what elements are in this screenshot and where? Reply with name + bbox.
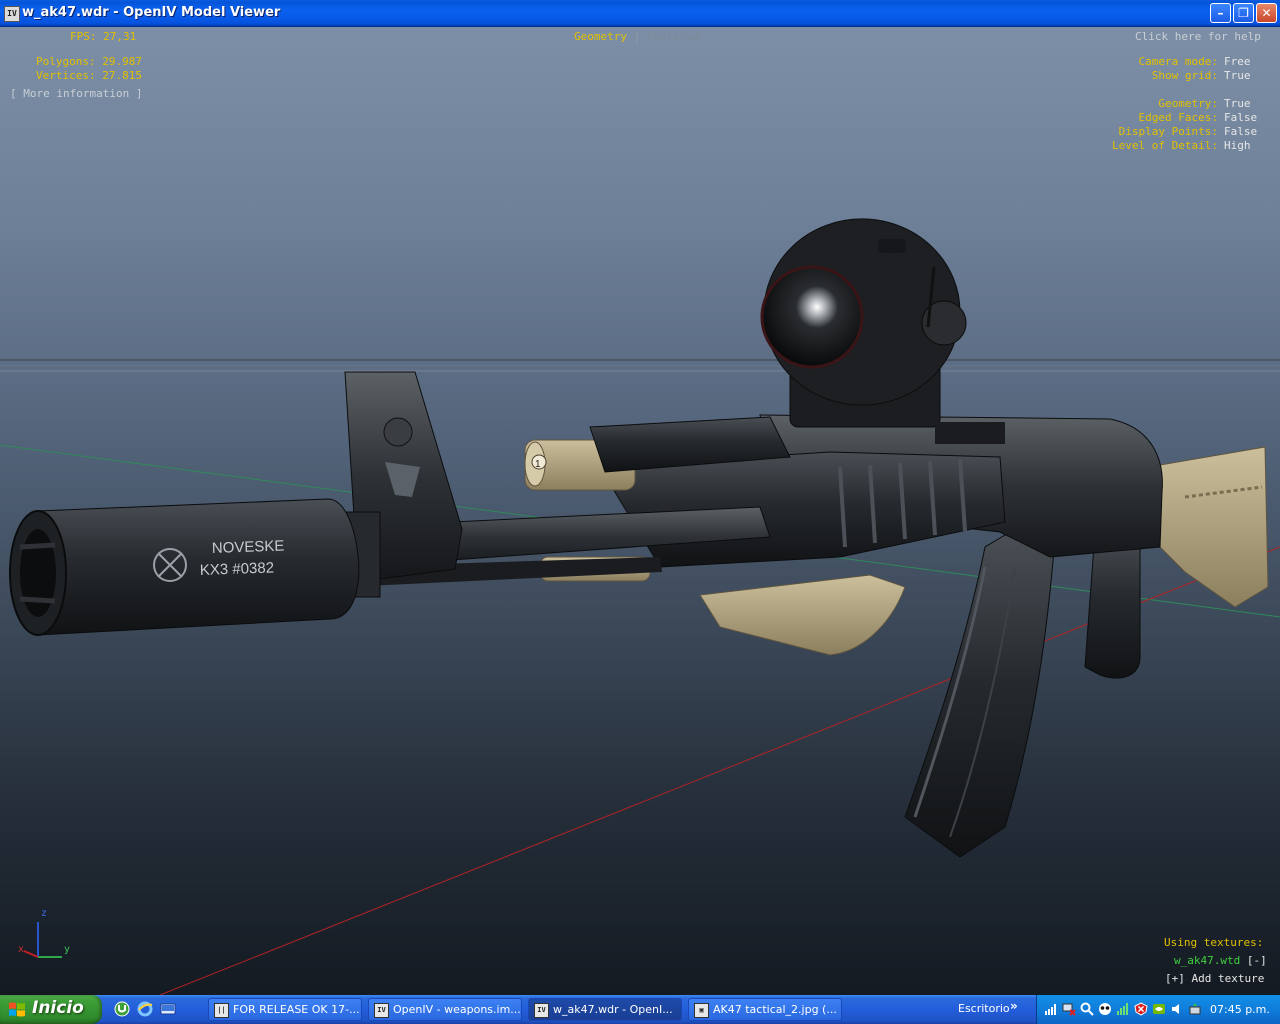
- task-label: FOR RELEASE OK 17-...: [233, 1003, 360, 1016]
- setting-show-grid[interactable]: Show grid: True: [0, 69, 1280, 83]
- openiv-icon: IV: [534, 1003, 549, 1018]
- texture-entry: w_ak47.wtd [-]: [1174, 954, 1267, 967]
- setting-camera-mode[interactable]: Camera mode: Free: [0, 55, 1280, 69]
- setting-label: Camera mode:: [1138, 55, 1218, 68]
- suppressor-brand-text: NOVESKE: [212, 537, 285, 557]
- maximize-button[interactable]: ❐: [1233, 3, 1254, 23]
- fps-value: 27,31: [103, 30, 137, 43]
- light-mark: 1: [535, 459, 541, 470]
- help-link[interactable]: Click here for help: [1135, 30, 1261, 43]
- setting-label: Geometry:: [1158, 97, 1218, 110]
- safely-remove-hardware-icon[interactable]: [1188, 1002, 1202, 1016]
- windows-logo-icon: [9, 1002, 25, 1017]
- signal-strength-icon[interactable]: [1044, 1002, 1058, 1016]
- task-label: AK47 tactical_2.jpg (...: [713, 1003, 837, 1016]
- axis-y-label: y: [64, 944, 71, 955]
- setting-level-of-detail[interactable]: Level of Detail: High: [0, 139, 1280, 153]
- security-alert-icon[interactable]: [1134, 1002, 1148, 1016]
- window-title: w_ak47.wdr - OpenIV Model Viewer: [22, 5, 281, 20]
- task-for-release[interactable]: || FOR RELEASE OK 17-...: [208, 998, 362, 1021]
- handguard-rail: [599, 451, 1006, 568]
- minimize-button[interactable]: –: [1210, 3, 1231, 23]
- wireless-signal-icon[interactable]: [1116, 1002, 1130, 1016]
- openiv-icon: IV: [374, 1003, 389, 1018]
- axis-z-label: z: [41, 908, 48, 919]
- suppressor-model-text: KX3 #0382: [200, 559, 275, 579]
- search-icon[interactable]: [1080, 1002, 1094, 1016]
- setting-display-points[interactable]: Display Points: False: [0, 125, 1280, 139]
- title-bar[interactable]: IV w_ak47.wdr - OpenIV Model Viewer – ❐ …: [0, 0, 1280, 27]
- image-viewer-icon: ▣: [694, 1003, 709, 1018]
- setting-value: True: [1224, 69, 1251, 82]
- weapon-3d-render: 1 NOVESKE KX3 #0382: [0, 218, 1280, 995]
- add-texture-button[interactable]: [+] Add texture: [1165, 972, 1264, 985]
- fps-readout: FPS: 27,31: [70, 30, 136, 43]
- start-button[interactable]: Inicio: [0, 995, 102, 1024]
- setting-label: Show grid:: [1151, 69, 1218, 82]
- setting-value: True: [1224, 97, 1251, 110]
- red-dot-sight: [760, 218, 1005, 444]
- show-desktop-icon[interactable]: [160, 1001, 176, 1017]
- texture-file-link[interactable]: w_ak47.wtd: [1174, 954, 1240, 967]
- task-openiv-weapons[interactable]: IV OpenIV - weapons.im...: [368, 998, 522, 1021]
- setting-value: False: [1224, 125, 1258, 138]
- setting-label: Display Points:: [1118, 125, 1218, 138]
- openiv-app-icon[interactable]: IV: [4, 6, 20, 22]
- fps-label: FPS:: [70, 30, 97, 43]
- angled-foregrip: [699, 574, 906, 656]
- network-disconnected-icon[interactable]: [1062, 1002, 1076, 1016]
- desktop-toolbar-label[interactable]: Escritorio: [958, 1002, 1010, 1015]
- internet-explorer-icon[interactable]: [137, 1001, 153, 1017]
- folder-archive-icon: ||: [214, 1003, 229, 1018]
- close-button[interactable]: ✕: [1256, 3, 1277, 23]
- model-viewport[interactable]: 1 NOVESKE KX3 #0382 FPS: 27,31 Polygons:…: [0, 27, 1280, 995]
- tan-stock: [1159, 446, 1269, 608]
- mode-separator: |: [633, 30, 641, 43]
- taskbar: Inicio || FOR RELEASE OK 17-... IV OpenI…: [0, 995, 1280, 1024]
- setting-value: False: [1224, 111, 1258, 124]
- setting-value: Free: [1224, 55, 1251, 68]
- mode-geometry-tab[interactable]: Geometry: [574, 30, 627, 43]
- axis-x-label: x: [18, 944, 25, 955]
- task-w-ak47-model-viewer[interactable]: IV w_ak47.wdr - OpenI...: [528, 998, 682, 1021]
- clock[interactable]: 07:45 p.m.: [1210, 1003, 1270, 1016]
- task-label: w_ak47.wdr - OpenI...: [553, 1003, 673, 1016]
- magazine: [904, 534, 1056, 858]
- setting-label: Edged Faces:: [1138, 111, 1218, 124]
- utorrent-icon[interactable]: [114, 1001, 130, 1017]
- remove-texture-button[interactable]: [-]: [1247, 954, 1267, 967]
- start-label: Inicio: [32, 998, 84, 1018]
- pistol-grip: [1084, 531, 1141, 679]
- using-textures-label: Using textures:: [1164, 936, 1264, 949]
- mode-switch: Geometry | Skeleton: [574, 30, 700, 43]
- mode-skeleton-tab[interactable]: Skeleton: [647, 30, 700, 43]
- task-ak47-tactical-jpg[interactable]: ▣ AK47 tactical_2.jpg (...: [688, 998, 842, 1021]
- setting-geometry[interactable]: Geometry: True: [0, 97, 1280, 111]
- toolbar-chevron-icon[interactable]: »: [1010, 999, 1018, 1013]
- suppressor: NOVESKE KX3 #0382: [9, 498, 360, 636]
- front-sight: [344, 371, 463, 598]
- setting-label: Level of Detail:: [1112, 139, 1218, 152]
- setting-value: High: [1224, 139, 1251, 152]
- setting-edged-faces[interactable]: Edged Faces: False: [0, 111, 1280, 125]
- axis-gizmo: [23, 922, 62, 958]
- panda-antivirus-icon[interactable]: [1098, 1002, 1112, 1016]
- volume-icon[interactable]: [1170, 1002, 1184, 1016]
- nvidia-icon[interactable]: [1152, 1002, 1166, 1016]
- task-label: OpenIV - weapons.im...: [393, 1003, 521, 1016]
